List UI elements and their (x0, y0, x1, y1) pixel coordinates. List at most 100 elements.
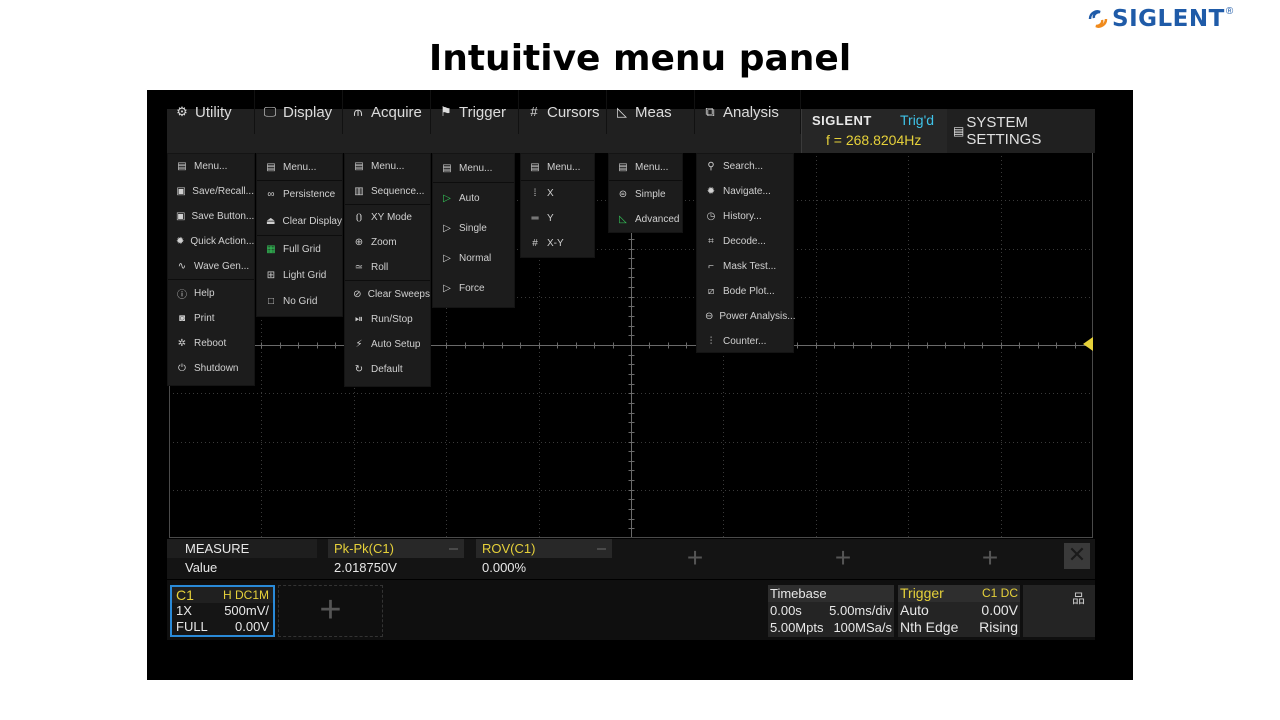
collapse-icon (449, 548, 458, 550)
add-measure-button[interactable]: + (823, 539, 863, 579)
display-clear-item[interactable]: ⏏ Clear Display (257, 208, 342, 235)
cursors-dropdown: ▤ Menu... ⁞ X ═ Y # X-Y (520, 153, 595, 258)
analysis-counter-item[interactable]: ⫶ Counter... (697, 329, 793, 354)
trigger-normal-item[interactable]: ▷ Normal (433, 243, 514, 273)
power-analysis-icon: ⊖ (705, 311, 714, 322)
cursors-x-item[interactable]: ⁞ X (521, 181, 594, 206)
utility-help-item[interactable]: ⓘ Help (168, 280, 254, 306)
meas-simple-item[interactable]: ⊜ Simple (609, 181, 682, 207)
run-stop-icon: ⏯ (355, 314, 363, 325)
frequency-readout: f = 268.8204Hz (826, 132, 922, 148)
trigger-menu-item[interactable]: ▤ Menu... (433, 154, 514, 182)
utility-reboot-item[interactable]: ✲ Reboot (168, 331, 254, 356)
item-label: Print (194, 313, 215, 324)
menu-tab-display[interactable]: 🖵 Display (255, 90, 343, 134)
registered-mark: ® (1225, 6, 1234, 17)
analysis-navigate-item[interactable]: ✹ Navigate... (697, 179, 793, 204)
channel1-scale: 500mV/ (224, 603, 269, 618)
menu-tab-trigger[interactable]: ⚑ Trigger (431, 90, 519, 134)
item-label: Persistence (283, 189, 336, 200)
measure-label-col: MEASURE Value (167, 539, 317, 579)
item-label: Simple (635, 188, 666, 200)
refresh-icon: ↻ (354, 364, 364, 375)
meas-menu-item[interactable]: ▤ Menu... (609, 154, 682, 180)
acquire-auto-setup-item[interactable]: ⚡ Auto Setup (345, 332, 430, 357)
add-channel-button[interactable]: + (278, 585, 383, 637)
measure-item-pkpk[interactable]: Pk-Pk(C1) 2.018750V (328, 539, 464, 579)
measure-item-rov[interactable]: ROV(C1) 0.000% (476, 539, 612, 579)
channel1-label[interactable]: C1 H DC1M 1X 500mV/ FULL 0.00V (170, 585, 275, 637)
display-menu-item[interactable]: ▤ Menu... (257, 154, 342, 180)
analysis-decode-item[interactable]: ⌗ Decode... (697, 229, 793, 254)
cursors-menu-item[interactable]: ▤ Menu... (521, 154, 594, 180)
history-icon: ◷ (706, 211, 716, 222)
analysis-history-item[interactable]: ◷ History... (697, 204, 793, 229)
trigger-single-item[interactable]: ▷ Single (433, 213, 514, 243)
display-no-grid-item[interactable]: □ No Grid (257, 288, 342, 314)
analysis-bode-plot-item[interactable]: ⧄ Bode Plot... (697, 279, 793, 304)
utility-save-recall-item[interactable]: ▣ Save/Recall... (168, 179, 254, 204)
timebase-panel[interactable]: Timebase 0.00s 5.00ms/div 5.00Mpts 100MS… (768, 585, 894, 637)
utility-quick-action-item[interactable]: ✹ Quick Action... (168, 229, 254, 254)
acquire-sequence-item[interactable]: ▥ Sequence... (345, 179, 430, 204)
item-label: Navigate... (723, 186, 771, 197)
trigger-force-item[interactable]: ▷ Force (433, 273, 514, 303)
display-light-grid-item[interactable]: ⊞ Light Grid (257, 262, 342, 288)
display-full-grid-item[interactable]: ▦ Full Grid (257, 236, 342, 262)
menu-tab-acquire[interactable]: ⫙ Acquire (343, 90, 431, 134)
analysis-power-analysis-item[interactable]: ⊖ Power Analysis... (697, 304, 796, 329)
decode-icon: ⌗ (708, 236, 714, 247)
sequence-icon: ▥ (354, 186, 364, 197)
trigger-header: Trigger C1 DC (898, 585, 1020, 602)
acquire-default-item[interactable]: ↻ Default (345, 357, 430, 382)
utility-menu-item[interactable]: ▤ Menu... (168, 154, 254, 179)
item-label: Force (459, 282, 485, 294)
utility-shutdown-item[interactable]: ⏻ Shutdown (168, 356, 254, 381)
save-icon: ▣ (176, 186, 186, 197)
info-icon: ⓘ (177, 289, 187, 301)
menu-tab-analysis[interactable]: ⧉ Analysis (695, 90, 801, 134)
close-measure-button[interactable]: ✕ (1064, 543, 1090, 569)
menu-tab-cursors[interactable]: # Cursors (519, 90, 607, 134)
cursors-y-item[interactable]: ═ Y (521, 206, 594, 231)
acquire-roll-item[interactable]: ≃ Roll (345, 255, 430, 280)
channel1-bandwidth: FULL (176, 619, 208, 634)
add-measure-button[interactable]: + (970, 539, 1010, 579)
acquire-clear-sweeps-item[interactable]: ⊘ Clear Sweeps (345, 281, 430, 307)
menu-icon: ▤ (266, 161, 276, 173)
trigger-auto-item[interactable]: ▷ Auto (433, 183, 514, 213)
system-settings-button[interactable]: ▤ SYSTEM SETTINGS (949, 109, 1095, 153)
trigger-panel[interactable]: Trigger C1 DC Auto 0.00V Nth Edge Rising (898, 585, 1020, 637)
utility-print-item[interactable]: ◙ Print (168, 306, 254, 331)
network-status[interactable]: 品 (1023, 585, 1095, 637)
meas-advanced-item[interactable]: ◺ Advanced (609, 207, 682, 232)
menu-tab-label: Utility (195, 103, 232, 121)
analysis-icon: ⧉ (705, 104, 715, 119)
trigger-level-marker[interactable] (1083, 337, 1093, 351)
acquire-zoom-item[interactable]: ⊕ Zoom (345, 230, 430, 255)
timebase-title: Timebase (770, 586, 827, 601)
item-label: Quick Action... (190, 236, 255, 247)
item-label: Run/Stop (371, 314, 413, 325)
utility-wave-gen-item[interactable]: ∿ Wave Gen... (168, 254, 254, 279)
item-label: Menu... (459, 162, 493, 174)
single-trigger-icon: ▷ (443, 222, 451, 234)
xy-mode-icon: ⦅⦆ (355, 212, 363, 223)
menu-icon: ▤ (354, 161, 364, 172)
menu-tab-meas[interactable]: ◺ Meas (607, 90, 695, 134)
display-persistence-item[interactable]: ∞ Persistence (257, 181, 342, 208)
force-trigger-icon: ▷ (443, 282, 451, 294)
item-label: Auto Setup (371, 339, 421, 350)
utility-save-button-item[interactable]: ▣ Save Button... (168, 204, 254, 229)
acquire-run-stop-item[interactable]: ⏯ Run/Stop (345, 307, 430, 332)
cursors-xy-item[interactable]: # X-Y (521, 231, 594, 256)
menu-tab-utility[interactable]: ⚙ Utility (167, 90, 255, 134)
analysis-search-item[interactable]: ⚲ Search... (697, 154, 793, 179)
menu-tab-label: Meas (635, 103, 672, 121)
add-measure-button[interactable]: + (675, 539, 715, 579)
x-cursor-icon: ⁞ (533, 188, 537, 199)
analysis-mask-test-item[interactable]: ⌐ Mask Test... (697, 254, 793, 279)
acquire-xy-mode-item[interactable]: ⦅⦆ XY Mode (345, 205, 430, 230)
acquire-menu-item[interactable]: ▤ Menu... (345, 154, 430, 179)
item-label: Decode... (723, 236, 766, 247)
